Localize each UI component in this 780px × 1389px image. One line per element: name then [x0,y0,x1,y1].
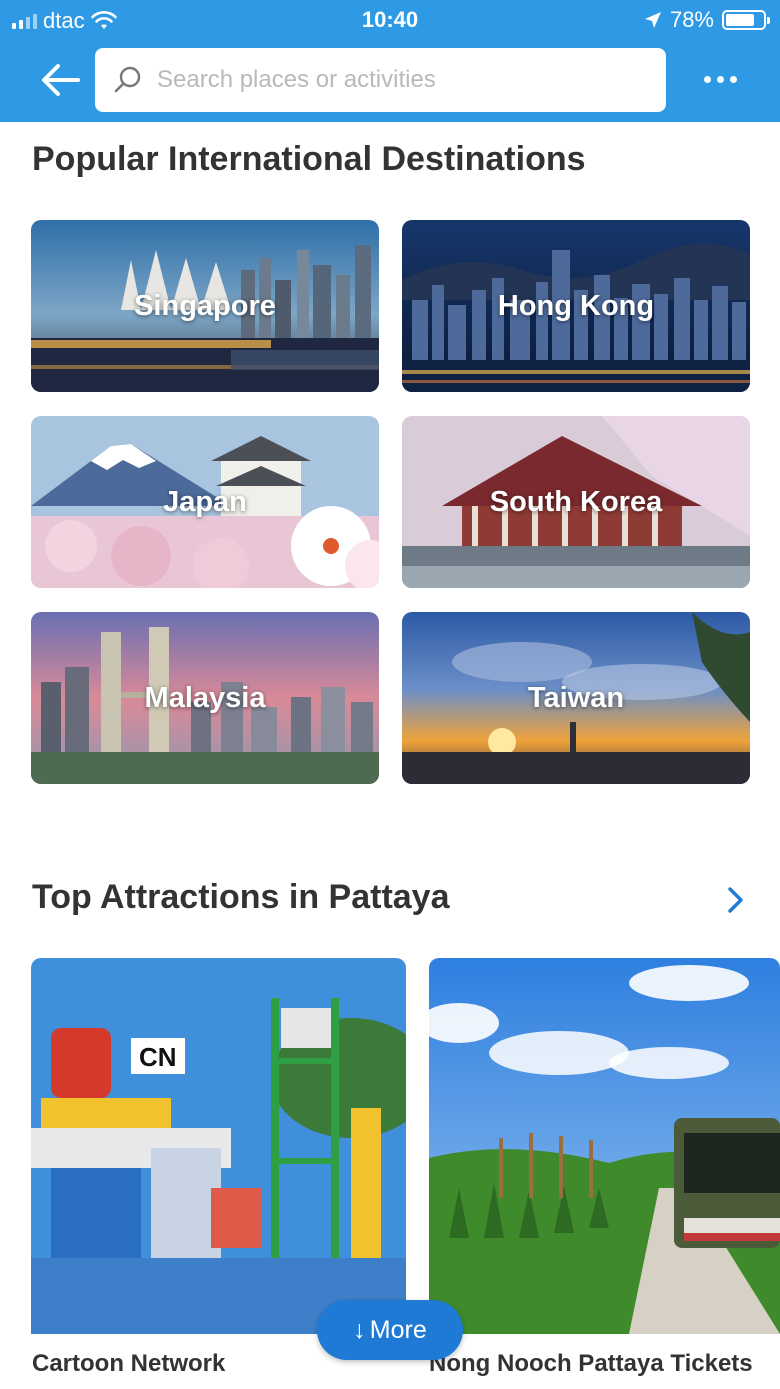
destination-card-hong-kong[interactable]: Hong Kong [402,220,750,392]
top-bar: dtac 10:40 78% [0,0,780,122]
destination-card-malaysia[interactable]: Malaysia [31,612,379,784]
section-title-attractions: Top Attractions in Pattaya [32,878,450,916]
see-all-attractions-button[interactable] [722,885,748,915]
destination-label: Hong Kong [497,289,655,322]
more-dot [716,75,724,83]
more-button-label: More [369,1315,427,1344]
cartoon-network-image: CN [31,958,406,1334]
arrow-down-icon: ↓ [353,1315,366,1344]
destination-card-south-korea[interactable]: South Korea [402,416,750,588]
status-bar: dtac 10:40 78% [0,0,780,40]
nong-nooch-image [429,958,780,1334]
destination-card-japan[interactable]: Japan [31,416,379,588]
battery-icon [722,10,770,30]
status-right: 78% [644,7,770,33]
location-arrow-icon [644,12,661,28]
back-arrow-icon [42,64,80,96]
search-icon [111,63,145,97]
destination-card-singapore[interactable]: Singapore [31,220,379,392]
more-options-button[interactable] [698,64,742,94]
attraction-name: Nong Nooch Pattaya Tickets [429,1350,753,1377]
destination-label: Japan [163,485,247,518]
destination-label: Malaysia [144,681,266,714]
more-dots-icon [703,75,711,83]
battery-percent: 78% [669,7,714,32]
search-bar[interactable] [95,48,666,112]
destination-label: Singapore [134,289,276,322]
destination-label: Taiwan [527,681,625,714]
attraction-name: Cartoon Network [32,1350,226,1377]
destination-label: South Korea [489,485,663,518]
destination-card-taiwan[interactable]: Taiwan [402,612,750,784]
back-button[interactable] [38,58,82,102]
attraction-card-cartoon-network[interactable]: CN [31,958,406,1334]
more-dot [729,75,737,83]
section-title-destinations: Popular International Destinations [32,140,586,178]
chevron-right-icon [728,887,743,913]
more-button[interactable]: ↓ More [317,1300,463,1360]
search-input[interactable] [157,66,637,94]
attraction-card-nong-nooch[interactable] [429,958,780,1334]
svg-text:CN: CN [139,1042,177,1072]
